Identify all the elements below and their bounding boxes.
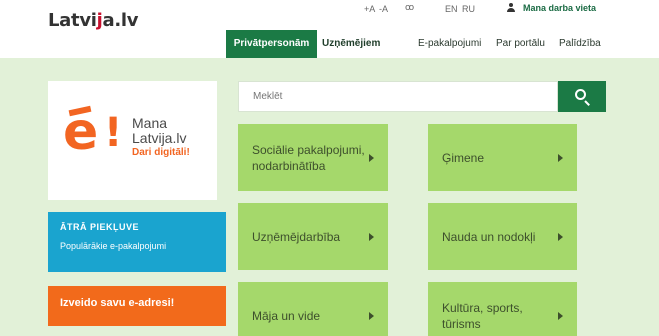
tile-social-services[interactable]: Sociālie pakalpojumi, nodarbinātība: [238, 124, 388, 191]
search-button[interactable]: [558, 81, 606, 112]
tab-businesses[interactable]: Uzņēmējiem: [322, 30, 380, 58]
chevron-right-icon: [369, 153, 374, 162]
chevron-right-icon: [369, 311, 374, 320]
tile-label: Sociālie pakalpojumi, nodarbinātība: [252, 142, 365, 173]
chevron-right-icon: [558, 232, 563, 241]
font-increase-button[interactable]: +A: [364, 4, 375, 14]
user-workplace-label: Mana darba vieta: [523, 3, 597, 13]
nav-eservices[interactable]: E-pakalpojumi: [418, 30, 481, 58]
promo-text: Mana Latvija.lv Dari digitāli!: [132, 116, 190, 160]
tile-home-environment[interactable]: Māja un vide: [238, 282, 388, 336]
nav-help[interactable]: Palīdzība: [559, 30, 601, 58]
quick-access-box[interactable]: ĀTRĀ PIEKĻUVE Populārākie e-pakalpojumi: [48, 212, 226, 272]
logo-text-prefix: Latvi: [48, 10, 97, 31]
language-ru-link[interactable]: RU: [462, 4, 475, 14]
contrast-icon[interactable]: ꝏ: [405, 3, 414, 13]
search-icon-handle: [584, 100, 590, 106]
logo-text-suffix: a.lv: [102, 10, 139, 31]
header: Latvija.lv +A -A ꝏ EN RU Mana darba viet…: [0, 0, 659, 64]
user-icon: [507, 3, 515, 12]
nav-about-portal[interactable]: Par portālu: [496, 30, 545, 58]
tile-label: Ģimene: [442, 150, 485, 165]
promo-line-2: Latvija.lv: [132, 130, 187, 146]
tile-label: Kultūra, sports, tūrisms: [442, 300, 523, 331]
user-workplace-link[interactable]: Mana darba vieta: [507, 3, 596, 13]
search-input[interactable]: [238, 81, 558, 112]
tile-money-taxes[interactable]: Nauda un nodokļi: [428, 203, 577, 270]
tile-label: Māja un vide: [252, 308, 321, 323]
tile-culture-sports-tourism[interactable]: Kultūra, sports, tūrisms: [428, 282, 577, 336]
tile-label: Nauda un nodokļi: [442, 229, 536, 244]
tile-family[interactable]: Ģimene: [428, 124, 577, 191]
promo-banner[interactable]: e ! Mana Latvija.lv Dari digitāli!: [48, 81, 217, 200]
chevron-right-icon: [558, 153, 563, 162]
promo-line-1: Mana: [132, 115, 168, 131]
font-decrease-button[interactable]: -A: [379, 4, 388, 14]
tab-private-persons[interactable]: Privātpersonām: [226, 30, 317, 64]
tile-label: Uzņēmējdarbība: [252, 229, 341, 244]
promo-line-3: Dari digitāli!: [132, 147, 190, 158]
chevron-right-icon: [558, 311, 563, 320]
language-en-link[interactable]: EN: [445, 4, 458, 14]
chevron-right-icon: [369, 232, 374, 241]
quick-access-title: ĀTRĀ PIEKĻUVE: [60, 222, 140, 232]
promo-logo-exclamation: !: [104, 110, 123, 156]
logo[interactable]: Latvija.lv: [48, 10, 139, 31]
create-eaddress-button[interactable]: Izveido savu e-adresi!: [48, 286, 226, 326]
tile-entrepreneurship[interactable]: Uzņēmējdarbība: [238, 203, 388, 270]
search-icon: [575, 89, 586, 100]
quick-access-subtitle[interactable]: Populārākie e-pakalpojumi: [60, 241, 214, 251]
